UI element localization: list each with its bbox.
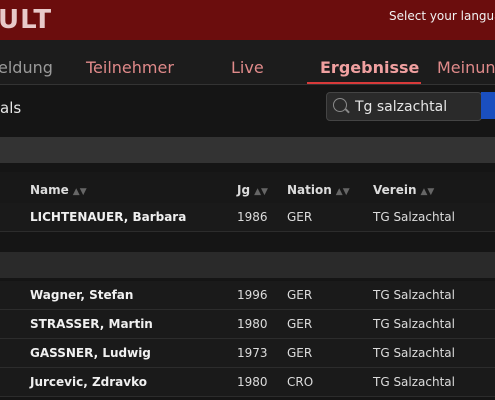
nav-item-meinung[interactable]: Meinun: [437, 58, 495, 77]
divider: [0, 232, 495, 252]
birth-year: 1980: [237, 317, 268, 331]
nav-item-ergebnisse[interactable]: Ergebnisse: [320, 58, 419, 77]
search-box[interactable]: [326, 92, 482, 121]
brand-logo-text[interactable]: ULT: [0, 5, 52, 35]
club-name: TG Salzachtal: [373, 288, 455, 302]
club-name: TG Salzachtal: [373, 210, 455, 224]
athlete-name[interactable]: Wagner, Stefan: [30, 288, 133, 302]
table-row[interactable]: STRASSER, Martin 1980 GER TG Salzachtal: [0, 310, 495, 339]
filter-bar: als: [0, 85, 495, 135]
club-name: TG Salzachtal: [373, 346, 455, 360]
filter-label: als: [0, 99, 22, 117]
nation-code: GER: [287, 288, 313, 302]
column-header-jg[interactable]: Jg ▲▼: [237, 183, 268, 197]
nation-code: GER: [287, 317, 313, 331]
sort-icon: ▲▼: [420, 187, 435, 197]
language-selector[interactable]: Select your languag: [389, 9, 495, 23]
sort-icon: ▲▼: [72, 187, 87, 197]
table-header: Name ▲▼ Jg ▲▼ Nation ▲▼ Verein ▲▼: [0, 172, 495, 204]
athlete-name[interactable]: Jurcevic, Zdravko: [30, 375, 147, 389]
sort-icon: ▲▼: [335, 187, 350, 197]
nation-code: CRO: [287, 375, 314, 389]
nav-item-teilnehmer[interactable]: Teilnehmer: [86, 58, 174, 77]
column-header-nation[interactable]: Nation ▲▼: [287, 183, 350, 197]
birth-year: 1986: [237, 210, 268, 224]
top-bar: ULT Select your languag: [0, 0, 495, 40]
table-row[interactable]: GASSNER, Ludwig 1973 GER TG Salzachtal: [0, 339, 495, 368]
active-tab-indicator: [307, 82, 421, 84]
table-row[interactable]: Wagner, Stefan 1996 GER TG Salzachtal: [0, 281, 495, 310]
column-header-name[interactable]: Name ▲▼: [30, 183, 87, 197]
nation-code: GER: [287, 210, 313, 224]
birth-year: 1996: [237, 288, 268, 302]
club-name: TG Salzachtal: [373, 317, 455, 331]
main-nav: eldung Teilnehmer Live Ergebnisse Meinun: [0, 40, 495, 85]
birth-year: 1980: [237, 375, 268, 389]
group-header-1[interactable]: [0, 137, 495, 163]
divider: [0, 278, 495, 280]
group-header-2[interactable]: [0, 252, 495, 278]
nation-code: GER: [287, 346, 313, 360]
table-row[interactable]: Jurcevic, Zdravko 1980 CRO TG Salzachtal: [0, 368, 495, 397]
nav-item-anmeldung[interactable]: eldung: [0, 58, 53, 77]
birth-year: 1973: [237, 346, 268, 360]
nav-item-live[interactable]: Live: [231, 58, 264, 77]
search-input[interactable]: [353, 96, 477, 118]
table-row[interactable]: LICHTENAUER, Barbara 1986 GER TG Salzach…: [0, 203, 495, 232]
search-button[interactable]: [481, 92, 495, 119]
search-icon: [333, 98, 347, 112]
column-header-verein[interactable]: Verein ▲▼: [373, 183, 434, 197]
club-name: TG Salzachtal: [373, 375, 455, 389]
athlete-name[interactable]: GASSNER, Ludwig: [30, 346, 151, 360]
athlete-name[interactable]: LICHTENAUER, Barbara: [30, 210, 186, 224]
athlete-name[interactable]: STRASSER, Martin: [30, 317, 153, 331]
sort-icon: ▲▼: [254, 187, 268, 197]
divider: [0, 163, 495, 172]
